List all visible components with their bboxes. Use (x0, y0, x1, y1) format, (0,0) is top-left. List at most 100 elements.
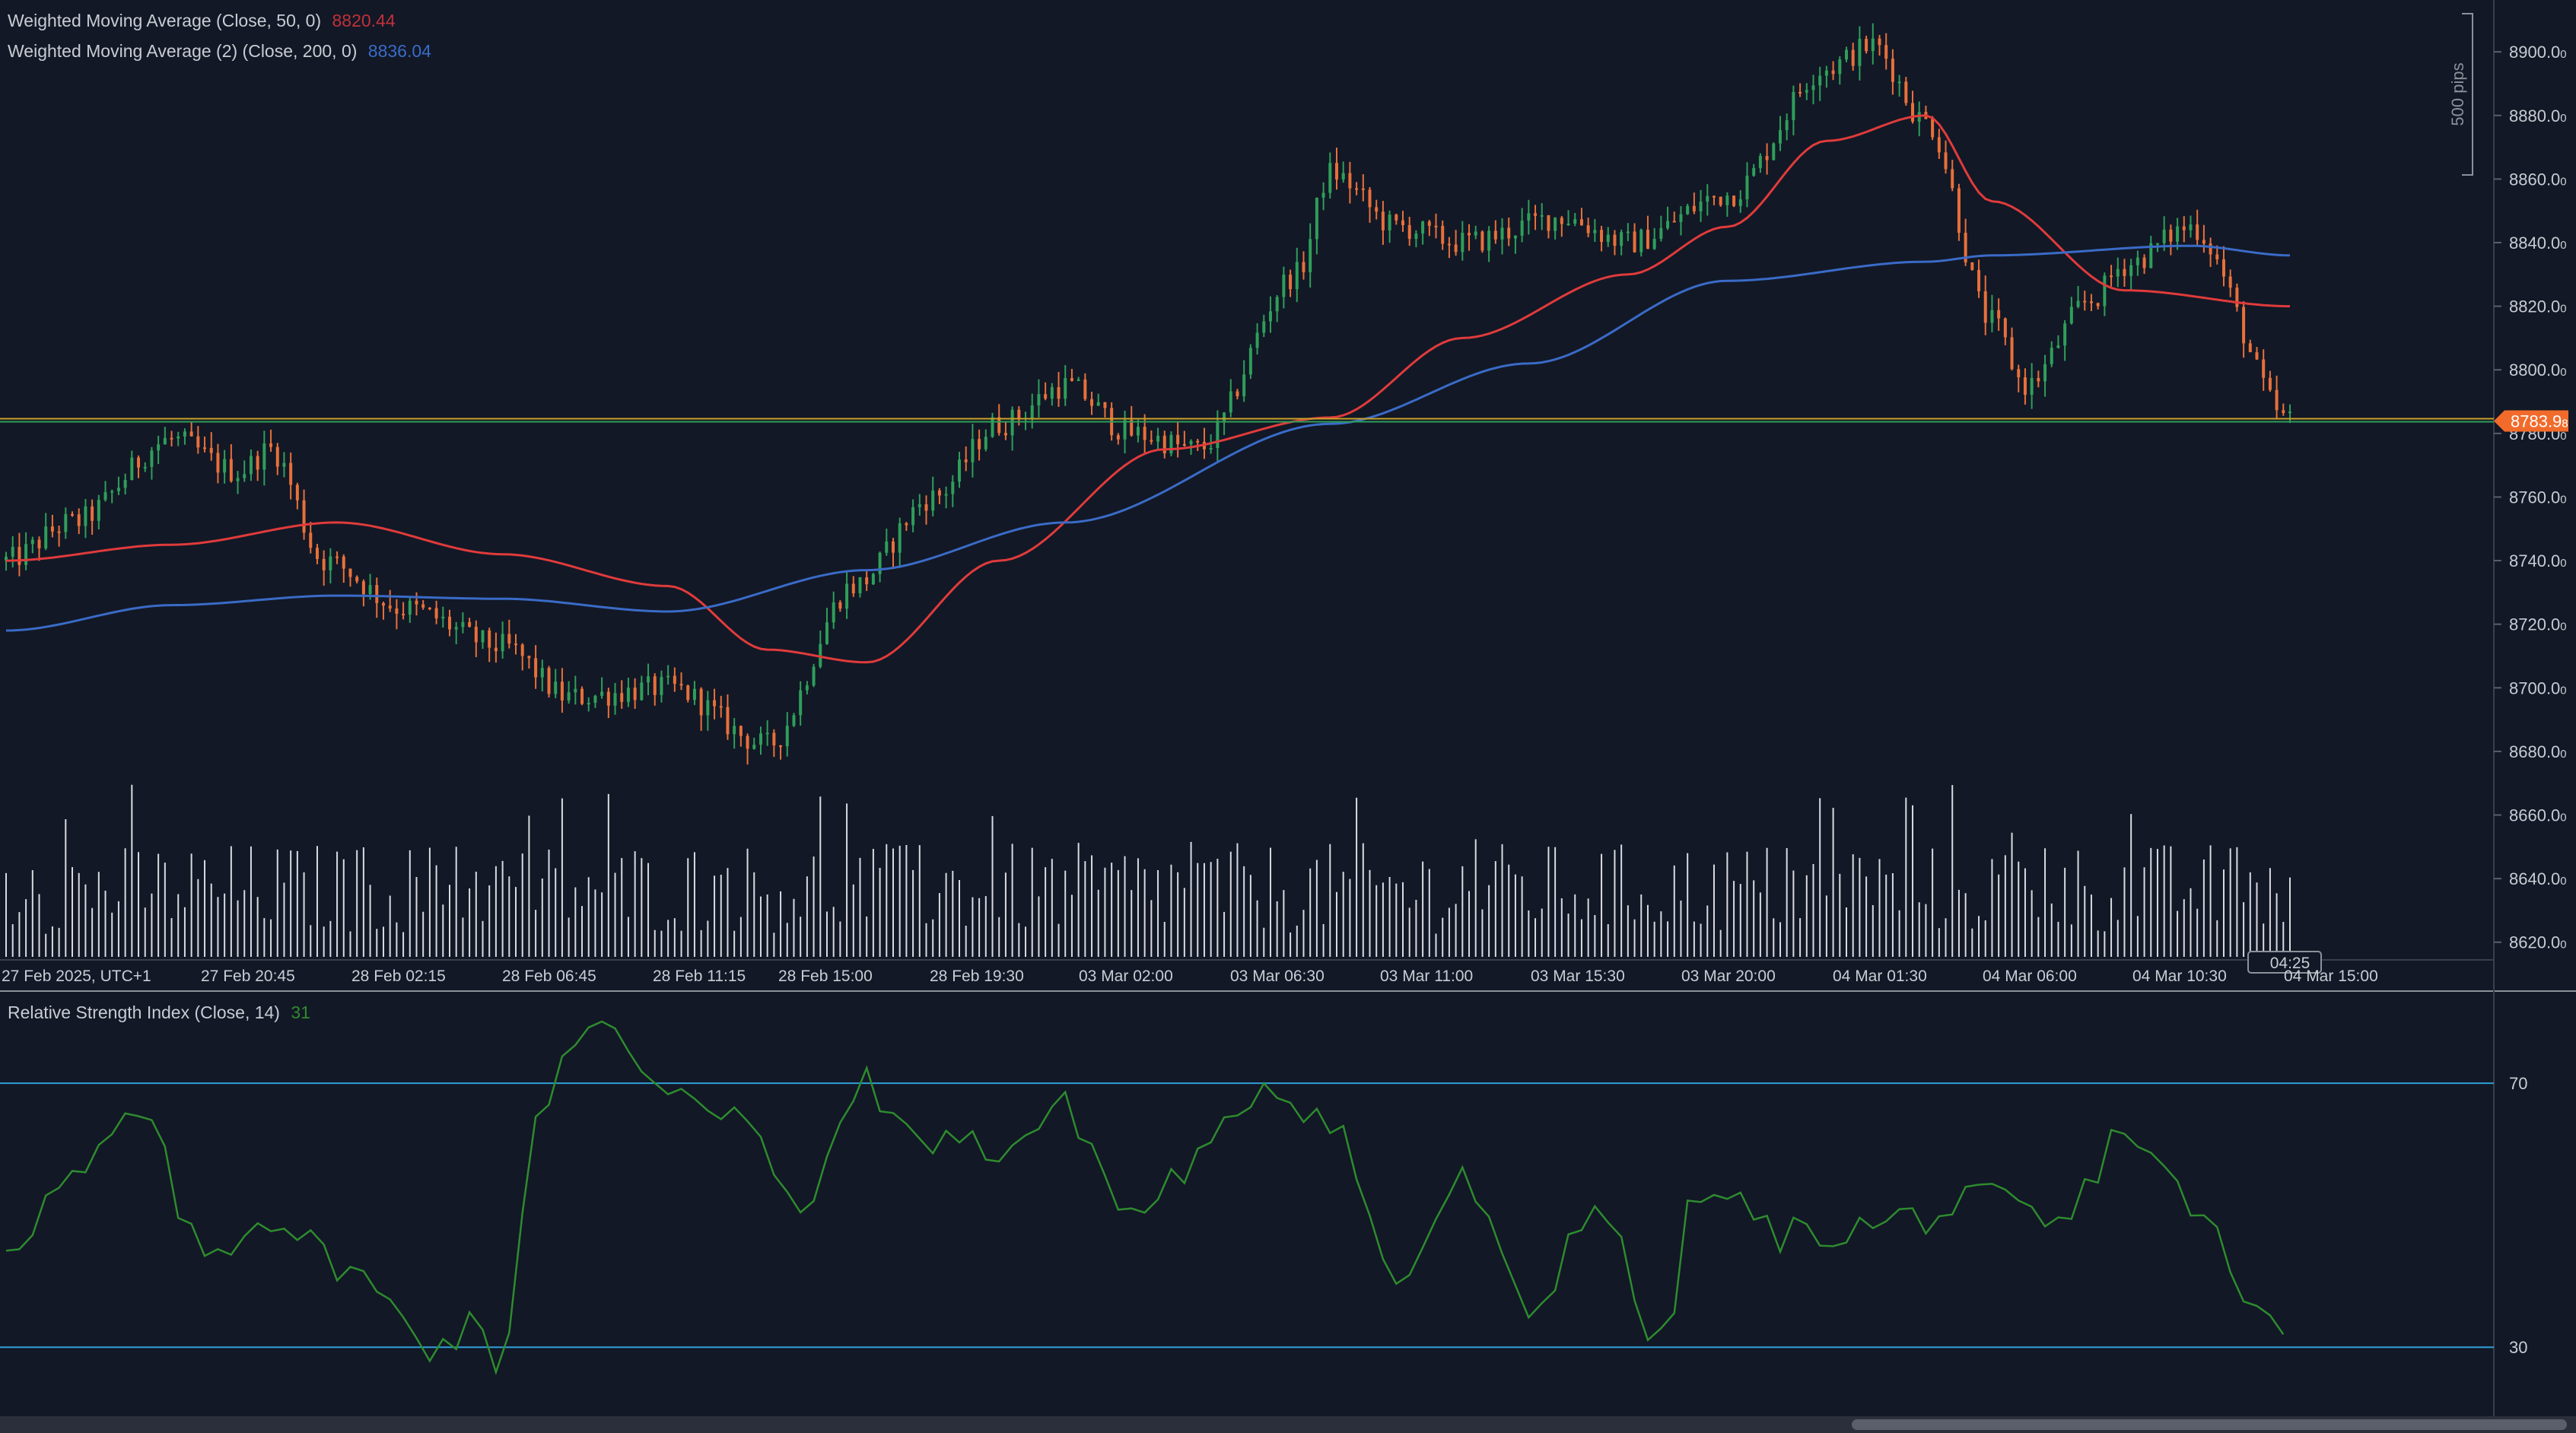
price-axis-label-suffix: 0 (2560, 239, 2566, 252)
candle-body (1341, 173, 1345, 180)
candle-body (368, 585, 372, 595)
candle-body (441, 616, 445, 618)
candle-body (871, 574, 875, 585)
price-axis-label: 8860.00 (2509, 170, 2567, 189)
candle-body (501, 634, 504, 652)
candle-body (606, 691, 610, 706)
candle-body (256, 456, 259, 470)
candle-body (2083, 300, 2087, 303)
candle-body (395, 608, 399, 614)
candle-body (2189, 224, 2193, 230)
candle-body (1772, 143, 1776, 160)
candle-body (1970, 262, 1974, 270)
candle-body (1375, 207, 1379, 212)
candle-body (381, 602, 385, 606)
price-axis-label: 8800.00 (2509, 361, 2567, 380)
candle-body (229, 459, 233, 481)
candle-body (958, 459, 962, 482)
candle-body (832, 602, 835, 623)
candle-body (408, 600, 412, 615)
horizontal-scrollbar[interactable] (0, 1416, 2576, 1433)
candle-body (137, 457, 141, 468)
candle-body (143, 466, 147, 469)
candle-body (1845, 49, 1849, 60)
candle-body (447, 616, 451, 630)
price-axis-label: 8900.00 (2509, 43, 2567, 62)
candle-body (653, 676, 657, 695)
candle-body (1871, 38, 1875, 52)
candle-body (2268, 377, 2272, 390)
candle-body (243, 474, 246, 478)
candle-body (1990, 310, 1994, 323)
candle-body (1441, 226, 1445, 244)
candle-body (1600, 230, 1604, 243)
candle-body (468, 621, 472, 628)
candle-body (726, 707, 730, 735)
time-axis-label: 28 Feb 02:15 (351, 968, 446, 985)
candle-body (1096, 402, 1100, 406)
candle-body (302, 500, 306, 533)
candle-body (116, 488, 120, 491)
candle-body (1057, 387, 1061, 399)
candle-body (1248, 348, 1252, 375)
candle-body (2242, 307, 2246, 344)
candle-body (361, 581, 365, 595)
candle-body (203, 447, 207, 450)
candle-body (520, 644, 524, 656)
candle-body (157, 444, 161, 451)
candle-body (812, 666, 816, 686)
candle-body (1725, 195, 1729, 205)
candle-body (64, 513, 68, 532)
candle-body (415, 600, 418, 605)
candle-body (1931, 119, 1935, 138)
candle-body (110, 491, 114, 493)
candle-body (421, 604, 425, 608)
candle-body (1136, 427, 1140, 436)
candle-body (2215, 254, 2219, 259)
candle-body (878, 552, 882, 574)
candle-body (1103, 402, 1107, 408)
candle-body (1176, 434, 1180, 444)
time-axis-label: 03 Mar 20:00 (1681, 968, 1776, 985)
rsi-level-label: 30 (2509, 1338, 2527, 1357)
candle-body (170, 437, 173, 440)
candle-body (1010, 409, 1014, 436)
candle-body (2123, 268, 2126, 276)
candle-body (2050, 348, 2053, 364)
price-axis-label-suffix: 0 (2560, 557, 2566, 570)
price-axis-label-suffix: 0 (2560, 493, 2566, 506)
candle-body (1626, 231, 1630, 234)
price-axis-label-suffix: 0 (2560, 875, 2566, 888)
candle-body (2282, 410, 2285, 413)
wma50-legend: Weighted Moving Average (Close, 50, 0) 8… (8, 11, 396, 31)
candle-body (1196, 440, 1200, 443)
chart-canvas[interactable]: 8900.00 8880.00 8860.00 8840.00 8820.00 8800.… (0, 0, 2576, 1433)
candle-body (1381, 211, 1385, 230)
candle-body (2030, 377, 2034, 395)
candle-body (640, 682, 644, 701)
scrollbar-thumb[interactable] (1852, 1419, 2567, 1430)
candle-body (547, 668, 551, 694)
candle-body (2096, 303, 2100, 307)
candle-body (1309, 239, 1312, 272)
candle-body (1838, 59, 1842, 75)
candle-body (560, 682, 564, 701)
candle-body (1712, 195, 1716, 198)
candle-body (1368, 189, 1372, 208)
candle-body (679, 684, 683, 686)
candle-body (1044, 394, 1048, 399)
wma200-legend-value: 8836.04 (367, 41, 431, 61)
candle-body (2169, 229, 2173, 242)
wma200-legend-label: Weighted Moving Average (2) (Close, 200,… (8, 41, 358, 61)
time-axis-label: 28 Feb 11:15 (653, 968, 746, 985)
scale-label: 500 pips (2448, 62, 2467, 126)
candle-body (329, 556, 332, 570)
candle-body (686, 685, 690, 701)
price-axis-label-suffix: 0 (2560, 366, 2566, 379)
candle-body (2023, 377, 2027, 395)
candle-body (434, 608, 438, 618)
candle-body (1520, 221, 1524, 236)
candle-body (216, 453, 220, 473)
price-axis-label-suffix: 0 (2560, 812, 2566, 825)
candle-body (580, 688, 584, 704)
